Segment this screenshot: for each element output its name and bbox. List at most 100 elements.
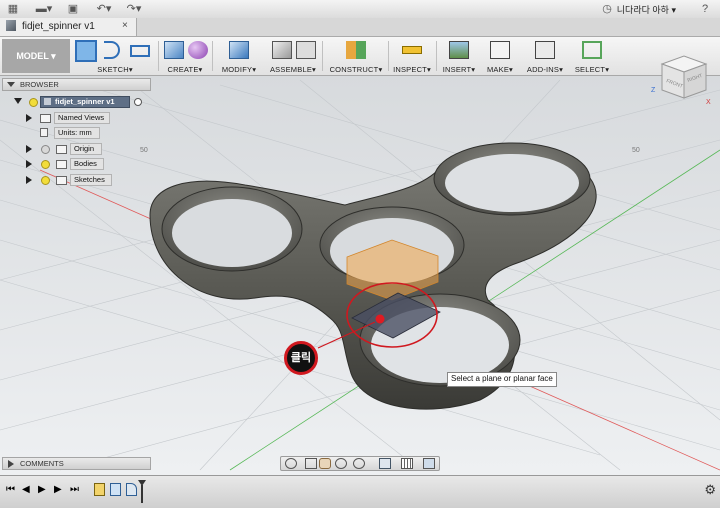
browser-item-origin[interactable]: Origin bbox=[70, 143, 102, 155]
browser-panel: BROWSER fidjet_spinner v1 Named Views Un… bbox=[2, 78, 151, 194]
add-ins-group[interactable]: ADD-INS▾ bbox=[524, 37, 566, 75]
new-component-icon[interactable] bbox=[272, 41, 292, 59]
visibility-bulb-icon[interactable] bbox=[29, 98, 38, 107]
insert-group[interactable]: INSERT▾ bbox=[440, 37, 478, 75]
3d-print-icon[interactable] bbox=[490, 41, 510, 59]
step-back-icon[interactable]: ◀ bbox=[22, 484, 34, 496]
measure-icon[interactable] bbox=[402, 46, 422, 54]
visibility-bulb-icon[interactable] bbox=[41, 145, 50, 154]
visibility-bulb-icon[interactable] bbox=[41, 160, 50, 169]
modify-menu[interactable]: MODIFY▾ bbox=[218, 65, 260, 74]
sketch-group[interactable]: SKETCH▾ bbox=[72, 37, 158, 75]
assemble-group[interactable]: ASSEMBLE▾ bbox=[268, 37, 318, 75]
browser-root-node[interactable]: fidjet_spinner v1 bbox=[40, 96, 130, 108]
job-status-clock-icon[interactable]: ◷ bbox=[600, 1, 614, 17]
joint-icon[interactable] bbox=[296, 41, 316, 59]
app-menu-bar: ▦ ▬▾ ▣ ↶▾ ↷▾ ◷ 니다라다 아하 ▾ ? bbox=[0, 0, 720, 19]
create-group[interactable]: CREATE▾ bbox=[160, 37, 210, 75]
step-forward-icon[interactable]: ▶ bbox=[54, 484, 66, 496]
offset-plane-icon[interactable] bbox=[346, 41, 366, 59]
help-icon[interactable]: ? bbox=[698, 1, 712, 17]
select-group[interactable]: SELECT▾ bbox=[572, 37, 612, 75]
insert-menu[interactable]: INSERT▾ bbox=[440, 65, 478, 74]
visibility-bulb-icon[interactable] bbox=[41, 176, 50, 185]
comments-title: COMMENTS bbox=[20, 459, 64, 468]
inspect-group[interactable]: INSPECT▾ bbox=[392, 37, 432, 75]
insert-image-icon[interactable] bbox=[449, 41, 469, 59]
expand-root-icon[interactable] bbox=[14, 98, 22, 104]
timeline-settings-gear-icon[interactable]: ⚙ bbox=[704, 482, 716, 498]
axis-x-label: X bbox=[706, 99, 711, 106]
collapse-triangle-icon[interactable] bbox=[7, 82, 15, 87]
timeline-fillet-feature-icon[interactable] bbox=[126, 483, 137, 496]
user-name: 니다라다 아하 bbox=[616, 5, 669, 15]
display-settings-icon[interactable] bbox=[379, 458, 391, 469]
browser-header[interactable]: BROWSER bbox=[2, 78, 151, 91]
file-menu-icon[interactable]: ▬▾ bbox=[34, 1, 54, 17]
ribbon-toolbar: MODEL ▾ SKETCH▾ CREATE▾ MODIFY▾ ASSEMBLE… bbox=[0, 37, 720, 76]
play-icon[interactable]: ▶ bbox=[38, 484, 50, 496]
create-menu[interactable]: CREATE▾ bbox=[160, 65, 210, 74]
viewcube[interactable]: FRONT RIGHT Z X bbox=[650, 54, 712, 106]
workspace-switcher-button[interactable]: MODEL ▾ bbox=[2, 39, 70, 73]
select-arrow-icon[interactable] bbox=[582, 41, 602, 59]
orbit-icon[interactable] bbox=[285, 458, 297, 469]
click-point-marker bbox=[375, 314, 385, 324]
sketch-menu[interactable]: SKETCH▾ bbox=[72, 65, 158, 74]
form-sphere-icon[interactable] bbox=[188, 41, 208, 59]
pan-hand-icon[interactable] bbox=[319, 458, 331, 469]
select-menu[interactable]: SELECT▾ bbox=[572, 65, 612, 74]
redo-icon[interactable]: ↷▾ bbox=[124, 1, 144, 17]
close-tab-icon[interactable]: × bbox=[122, 20, 128, 31]
look-at-icon[interactable] bbox=[305, 458, 317, 469]
timeline-bar: ⏮ ◀ ▶ ▶ ⏭ ⚙ bbox=[0, 475, 720, 508]
fit-zoom-icon[interactable] bbox=[353, 458, 365, 469]
timeline-extrude-feature-icon[interactable] bbox=[110, 483, 121, 496]
browser-item-units[interactable]: Units: mm bbox=[54, 127, 100, 139]
dimension-label: 50 bbox=[632, 147, 640, 154]
make-group[interactable]: MAKE▾ bbox=[482, 37, 518, 75]
browser-item-bodies[interactable]: Bodies bbox=[70, 158, 104, 170]
inspect-menu[interactable]: INSPECT▾ bbox=[392, 65, 432, 74]
assemble-menu[interactable]: ASSEMBLE▾ bbox=[268, 65, 318, 74]
undo-icon[interactable]: ↶▾ bbox=[94, 1, 114, 17]
grid-settings-icon[interactable] bbox=[401, 458, 413, 469]
create-sketch-icon[interactable] bbox=[75, 40, 97, 62]
comments-panel-header[interactable]: COMMENTS bbox=[2, 457, 151, 470]
folder-icon bbox=[56, 145, 67, 154]
save-icon[interactable]: ▣ bbox=[66, 1, 80, 17]
browser-item-sketches[interactable]: Sketches bbox=[70, 174, 112, 186]
rectangle-icon[interactable] bbox=[130, 45, 150, 57]
active-radio-icon[interactable] bbox=[134, 98, 142, 106]
modify-group[interactable]: MODIFY▾ bbox=[218, 37, 260, 75]
expand-triangle-icon[interactable] bbox=[26, 160, 32, 168]
extrude-icon[interactable] bbox=[164, 41, 184, 59]
spline-icon[interactable] bbox=[104, 41, 120, 59]
go-to-end-icon[interactable]: ⏭ bbox=[70, 484, 82, 496]
press-pull-icon[interactable] bbox=[229, 41, 249, 59]
construct-group[interactable]: CONSTRUCT▾ bbox=[328, 37, 384, 75]
folder-icon bbox=[40, 114, 51, 123]
expand-triangle-icon[interactable] bbox=[26, 114, 32, 122]
expand-triangle-icon[interactable] bbox=[26, 176, 32, 184]
browser-title: BROWSER bbox=[20, 80, 59, 89]
expand-triangle-icon[interactable] bbox=[8, 460, 14, 468]
document-tab[interactable]: fidjet_spinner v1 × bbox=[0, 18, 137, 36]
data-panel-grid-icon[interactable]: ▦ bbox=[6, 1, 20, 17]
user-account-menu[interactable]: 니다라다 아하 ▾ bbox=[617, 3, 676, 16]
browser-item-named-views[interactable]: Named Views bbox=[54, 112, 110, 124]
construct-menu[interactable]: CONSTRUCT▾ bbox=[328, 65, 384, 74]
axis-z-label: Z bbox=[651, 87, 656, 94]
add-ins-menu[interactable]: ADD-INS▾ bbox=[524, 65, 566, 74]
go-to-start-icon[interactable]: ⏮ bbox=[6, 484, 18, 496]
expand-triangle-icon[interactable] bbox=[26, 145, 32, 153]
document-tab-title: fidjet_spinner v1 bbox=[22, 21, 95, 32]
timeline-sketch-feature-icon[interactable] bbox=[94, 483, 105, 496]
make-menu[interactable]: MAKE▾ bbox=[482, 65, 518, 74]
zoom-icon[interactable] bbox=[335, 458, 347, 469]
viewports-icon[interactable] bbox=[423, 458, 435, 469]
document-tab-bar: fidjet_spinner v1 × bbox=[0, 18, 720, 37]
navigation-bar bbox=[280, 456, 440, 471]
selection-tooltip: Select a plane or planar face bbox=[447, 372, 557, 387]
scripts-addins-icon[interactable] bbox=[535, 41, 555, 59]
